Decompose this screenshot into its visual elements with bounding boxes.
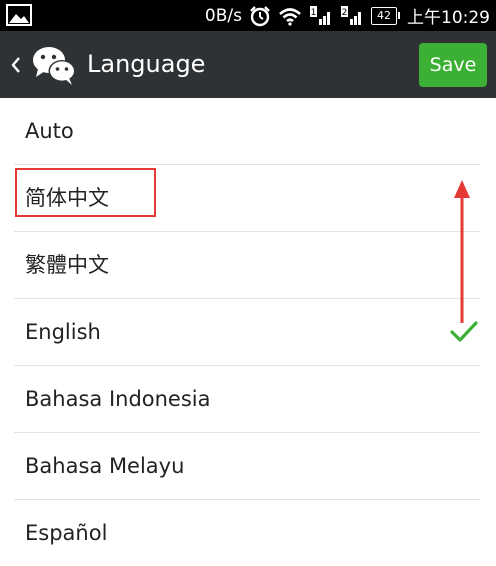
highlight-box xyxy=(15,168,156,217)
battery-icon: 42 xyxy=(371,6,400,25)
back-chevron-icon[interactable] xyxy=(10,54,22,76)
language-label: Bahasa Indonesia xyxy=(25,387,211,411)
language-label: Bahasa Melayu xyxy=(25,454,185,478)
status-bar: 0B/s 1 2 42 上午10:29 xyxy=(0,0,496,31)
wifi-icon xyxy=(279,7,301,26)
sim1-label: 1 xyxy=(311,8,317,18)
language-item-auto[interactable]: Auto xyxy=(14,98,480,165)
signal-sim1-icon: 1 xyxy=(310,5,330,25)
language-label: Auto xyxy=(25,119,74,143)
language-label: English xyxy=(25,320,101,344)
sim2-label: 2 xyxy=(342,8,348,18)
save-button[interactable]: Save xyxy=(419,43,487,87)
wechat-logo-icon xyxy=(33,47,76,85)
language-item-traditional-chinese[interactable]: 繁體中文 xyxy=(14,232,480,299)
language-label: Español xyxy=(25,521,108,545)
language-item-espanol[interactable]: Español xyxy=(14,500,480,566)
net-speed: 0B/s xyxy=(204,5,242,26)
action-bar: Language Save xyxy=(0,31,496,98)
clock: 上午10:29 xyxy=(407,8,490,28)
battery-level: 42 xyxy=(371,6,397,25)
page-title: Language xyxy=(87,50,206,78)
signal-sim2-icon: 2 xyxy=(341,5,361,25)
language-item-bahasa-indonesia[interactable]: Bahasa Indonesia xyxy=(14,366,480,433)
language-label: 繁體中文 xyxy=(25,253,109,277)
up-arrow-annotation-icon xyxy=(454,180,470,323)
image-icon xyxy=(6,4,32,26)
language-item-bahasa-melayu[interactable]: Bahasa Melayu xyxy=(14,433,480,500)
alarm-icon xyxy=(250,5,270,26)
language-item-english[interactable]: English xyxy=(14,299,480,366)
